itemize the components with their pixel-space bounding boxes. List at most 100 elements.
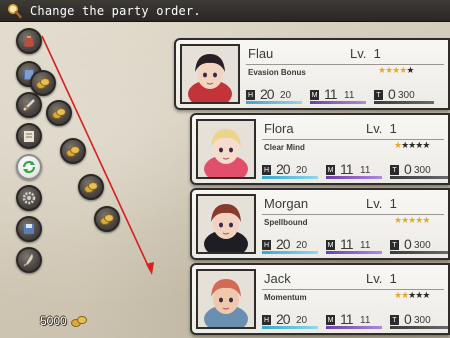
mp-max: 11 [360, 240, 371, 251]
mp-value: 11 [340, 236, 354, 252]
tp-max: 300 [414, 240, 431, 251]
portrait [196, 194, 256, 254]
card-icon [24, 131, 34, 142]
gold-token [46, 100, 72, 126]
tp-bar [374, 101, 434, 104]
character-portrait [198, 121, 254, 177]
divider [262, 214, 444, 215]
save-command-button[interactable] [16, 216, 42, 242]
hp-max: 20 [296, 165, 308, 176]
hp-value: 20 [276, 161, 291, 177]
party-member-card[interactable]: Jack Lv. 1 Momentum ★★★★★ H 20 20 M 11 1… [190, 263, 450, 335]
gold-token [78, 174, 104, 200]
level-label: Lv. 1 [366, 121, 397, 136]
hp-tag: H [246, 90, 255, 100]
tp-value: 0 [404, 236, 412, 252]
rarity-stars: ★★★★★ [378, 66, 414, 76]
status-command-button[interactable] [16, 123, 42, 149]
hp-max: 20 [280, 90, 292, 101]
divider [262, 139, 444, 140]
tp-value: 0 [404, 161, 412, 177]
member-name: Jack [264, 271, 291, 286]
disk-icon [24, 224, 34, 234]
party-member-card[interactable]: Flora Lv. 1 Clear Mind ★★★★★ H 20 20 M 1… [190, 113, 450, 185]
member-title: Momentum [264, 293, 307, 302]
coins-icon [100, 214, 114, 225]
tp-stat: T 0 300 [374, 86, 438, 104]
hp-bar [246, 101, 302, 104]
hp-bar [262, 176, 318, 179]
tp-tag: T [390, 315, 399, 325]
tp-stat: T 0 300 [390, 161, 448, 179]
gold-display: 5000 [40, 314, 88, 328]
level-label: Lv. 1 [350, 46, 381, 61]
tp-max: 300 [414, 165, 431, 176]
game-end-command-button[interactable] [16, 247, 42, 273]
item-command-button[interactable] [16, 28, 42, 54]
tp-tag: T [374, 90, 383, 100]
divider [246, 64, 444, 65]
rarity-stars: ★★★★★ [394, 141, 430, 151]
mp-tag: M [326, 315, 335, 325]
hp-stat: H 20 20 [262, 311, 322, 329]
portrait [196, 119, 256, 179]
hp-value: 20 [260, 86, 275, 102]
portrait [196, 269, 256, 329]
hp-stat: H 20 20 [246, 86, 306, 104]
gold-token [94, 206, 120, 232]
level-label: Lv. 1 [366, 196, 397, 211]
star-empty-icon: ★ [422, 291, 430, 301]
hp-max: 20 [296, 315, 308, 326]
tp-max: 300 [414, 315, 431, 326]
coins-icon [52, 108, 66, 119]
character-portrait [198, 196, 254, 252]
quill-icon [23, 254, 33, 267]
gold-token [30, 70, 56, 96]
tp-stat: T 0 300 [390, 236, 448, 254]
mp-bar [310, 101, 366, 104]
tp-tag: T [390, 240, 399, 250]
level-label: Lv. 1 [366, 271, 397, 286]
member-title: Evasion Bonus [248, 68, 306, 77]
party-member-card[interactable]: Flau Lv. 1 Evasion Bonus ★★★★★ H 20 20 M… [174, 38, 450, 110]
mp-value: 11 [324, 86, 338, 102]
rarity-stars: ★★★★★ [394, 216, 430, 226]
mp-bar [326, 251, 382, 254]
swap-icon [22, 160, 36, 174]
mp-bar [326, 176, 382, 179]
gold-amount: 5000 [40, 314, 67, 328]
bag-icon [24, 36, 34, 47]
member-name: Flora [264, 121, 294, 136]
mp-tag: M [326, 165, 335, 175]
help-text: Change the party order. [30, 3, 201, 18]
member-title: Spellbound [264, 218, 308, 227]
hp-value: 20 [276, 311, 291, 327]
tp-bar [390, 176, 448, 179]
hp-value: 20 [276, 236, 291, 252]
equip-command-button[interactable] [16, 92, 42, 118]
hp-tag: H [262, 240, 271, 250]
tp-tag: T [390, 165, 399, 175]
hp-stat: H 20 20 [262, 236, 322, 254]
coins-icon [66, 146, 80, 157]
rarity-stars: ★★★★★ [394, 291, 430, 301]
hp-max: 20 [296, 240, 308, 251]
party-member-card[interactable]: Morgan Lv. 1 Spellbound ★★★★★ H 20 20 M … [190, 188, 450, 260]
hp-bar [262, 251, 318, 254]
tp-value: 0 [388, 86, 396, 102]
mp-bar [326, 326, 382, 329]
hp-bar [262, 326, 318, 329]
tp-stat: T 0 300 [390, 311, 448, 329]
mp-max: 11 [360, 315, 371, 326]
formation-command-button[interactable] [16, 154, 42, 180]
character-portrait [198, 271, 254, 327]
coins-icon [84, 182, 98, 193]
options-command-button[interactable] [16, 185, 42, 211]
sword-icon [23, 99, 35, 111]
magnifier-icon [4, 2, 24, 20]
gold-token [60, 138, 86, 164]
hp-tag: H [262, 315, 271, 325]
star-empty-icon: ★ [422, 141, 430, 151]
portrait [180, 44, 240, 104]
mp-stat: M 11 11 [326, 236, 386, 254]
